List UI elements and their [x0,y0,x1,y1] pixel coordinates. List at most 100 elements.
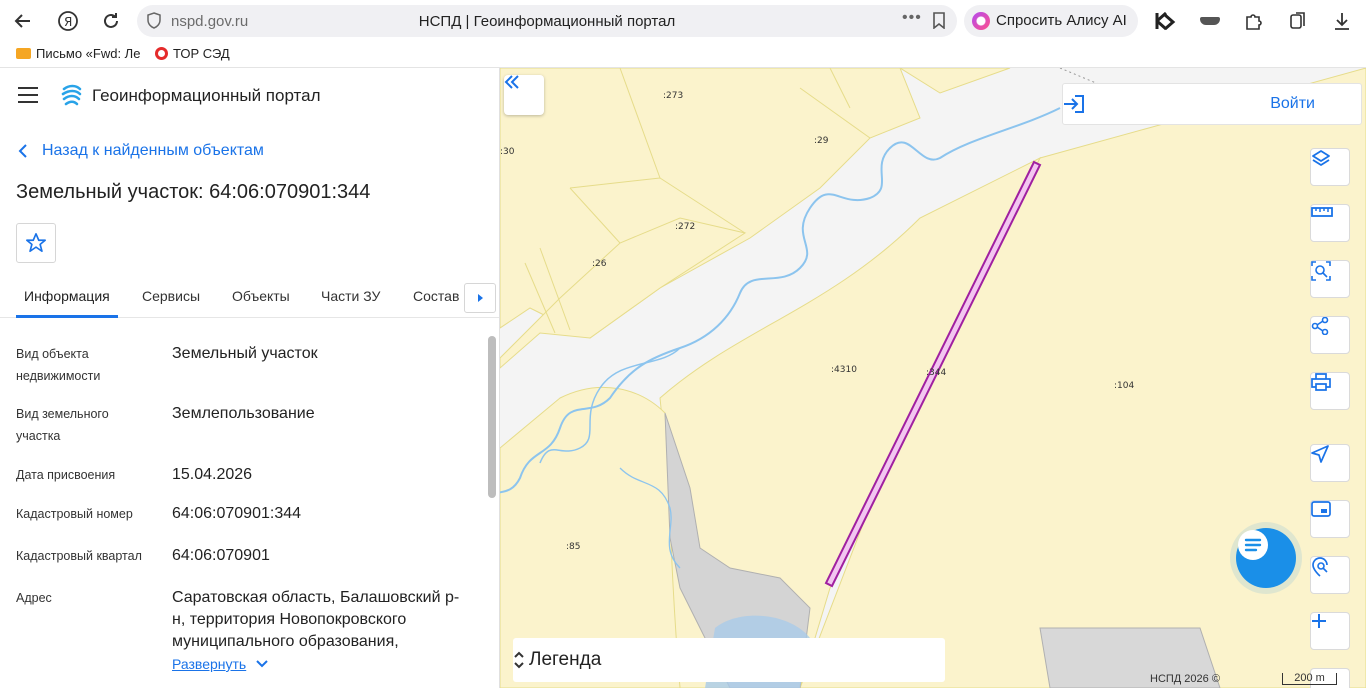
alice-icon [972,12,990,30]
parcel-label: :29 [814,136,829,146]
tab-parts[interactable]: Части ЗУ [321,288,380,304]
share-button[interactable] [1310,316,1350,354]
map-canvas [500,68,1366,688]
browser-toolbar: Я nspd.gov.ru НСПД | Геоинформационный п… [0,0,1366,42]
active-tab-indicator [16,315,118,318]
double-chevron-left-icon [504,75,519,89]
copyright-text: НСПД 2026 © [1150,673,1220,685]
parcel-label: :26 [592,259,607,269]
scale-bar: 200 m [1282,673,1337,685]
tab-services[interactable]: Сервисы [142,288,200,304]
ruler-icon [1311,207,1333,217]
more-icon[interactable]: ••• [902,9,922,27]
tab-objects[interactable]: Объекты [232,288,290,304]
ruler-button[interactable] [1310,204,1350,242]
minimap-button[interactable] [1310,500,1350,538]
info-panel: Геоинформационный портал Назад к найденн… [0,68,500,688]
parcel-label: :85 [566,542,581,552]
row-label: Кадастровый квартал [16,549,142,563]
row-value: 64:06:070901 [172,547,270,564]
scrollbar[interactable] [488,336,498,688]
parcel-label: :344 [926,368,947,378]
row-label: Вид объекта недвижимости [16,347,101,383]
bookmarks-bar: Письмо «Fwd: Ле ТОР СЭД [0,42,1366,68]
mail-icon [16,48,31,59]
printer-icon [1311,373,1331,391]
tab-title: НСПД | Геоинформационный портал [418,13,676,30]
area-search-icon [1311,261,1331,281]
svg-text:Я: Я [64,15,72,29]
back-to-results-link[interactable]: Назад к найденным объектам [18,142,264,160]
layers-button[interactable] [1310,148,1350,186]
chat-button[interactable] [1236,528,1296,588]
bookmark-mail[interactable]: Письмо «Fwd: Ле [16,46,140,61]
row-label: Адрес [16,591,52,605]
row-value: Саратовская область, Балашовский р-н, те… [172,589,460,650]
info-row: Адрес Саратовская область, Балашовский р… [16,587,476,651]
menu-icon[interactable] [18,87,38,103]
download-icon[interactable] [1331,10,1353,32]
login-label: Войти [1270,95,1315,112]
row-label: Дата присвоения [16,468,116,482]
star-icon [26,233,46,253]
back-label: Назад к найденным объектам [42,142,264,159]
layers-icon [1312,150,1330,166]
search-place-button[interactable] [1310,556,1350,594]
login-button[interactable]: Войти [1062,83,1362,125]
portal-logo-icon [60,83,84,112]
tabs-next-button[interactable] [464,283,496,313]
login-icon [1064,95,1084,113]
tab-info[interactable]: Информация [24,288,110,304]
chevron-up-down-icon [514,651,524,669]
share-icon [1311,317,1329,335]
ring-icon [155,47,168,60]
collapse-panel-button[interactable] [504,75,544,115]
bookmark-tor-label: ТОР СЭД [173,46,230,61]
back-icon[interactable] [10,8,36,34]
chat-icon [1238,530,1268,560]
address-bar[interactable]: nspd.gov.ru НСПД | Геоинформационный пор… [137,5,957,37]
navigation-arrow-icon [1311,445,1329,463]
map-pin-search-icon [1312,557,1328,577]
chevron-left-icon [18,144,27,158]
row-value: 64:06:070901:344 [172,505,302,522]
alice-label: Спросить Алису AI [996,12,1127,29]
map-view[interactable]: :273 :29 :30 :272 :26 :4310 :344 :104 :8… [500,68,1366,688]
legend-dropdown[interactable]: Легенда [513,638,945,682]
print-button[interactable] [1310,372,1350,410]
puzzle-icon[interactable] [1243,10,1265,32]
bookmark-icon[interactable] [932,12,946,34]
row-value: Землепользование [172,405,315,422]
plus-icon [1312,614,1326,628]
expand-link[interactable]: Развернуть [172,656,268,672]
favorite-button[interactable] [16,223,56,263]
row-value: Земельный участок [172,345,318,362]
extension-bar-icon[interactable] [1199,10,1221,32]
row-label: Вид земельного участка [16,407,109,443]
caret-right-icon [478,294,483,302]
parcel-label: :272 [675,222,696,232]
parcel-label: :104 [1114,381,1135,391]
row-value: 15.04.2026 [172,466,253,483]
locate-button[interactable] [1310,444,1350,482]
zoom-in-button[interactable] [1310,612,1350,650]
minimap-icon [1311,501,1331,517]
tab-bar: Информация Сервисы Объекты Части ЗУ Сост… [0,278,499,318]
collections-icon[interactable] [1287,10,1309,32]
legend-label: Легенда [529,649,602,670]
portal-title: Геоинформационный портал [92,86,321,105]
reload-icon[interactable] [98,8,124,34]
parcel-label: :4310 [831,365,857,375]
chevron-down-icon [256,660,268,668]
area-select-button[interactable] [1310,260,1350,298]
extension-k-icon[interactable] [1154,10,1176,32]
bookmark-tor-sed[interactable]: ТОР СЭД [155,46,230,61]
parcel-label: :273 [663,91,684,101]
expand-label: Развернуть [172,656,247,672]
alice-button[interactable]: Спросить Алису AI [964,5,1138,37]
tab-composition[interactable]: Состав [413,288,459,304]
object-title: Земельный участок: 64:06:070901:344 [16,181,371,203]
row-label: Кадастровый номер [16,507,133,521]
yandex-icon[interactable]: Я [55,8,81,34]
scroll-thumb[interactable] [488,336,496,498]
